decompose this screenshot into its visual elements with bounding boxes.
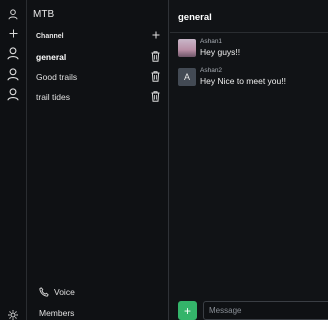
- message-input[interactable]: [203, 301, 328, 320]
- channel-name: Good trails: [36, 72, 78, 82]
- channel-panel: MTB Channel general Good trails trail ti…: [27, 0, 169, 320]
- channel-item-good-trails[interactable]: Good trails: [27, 69, 169, 87]
- members-button[interactable]: Members: [39, 308, 74, 318]
- voice-button[interactable]: Voice: [39, 287, 75, 297]
- avatar: A: [178, 68, 196, 86]
- server-item-1[interactable]: [0, 47, 26, 60]
- channel-name: trail tides: [36, 92, 71, 102]
- server-title: MTB: [33, 9, 55, 20]
- channel-section-label: Channel: [36, 33, 64, 40]
- plus-icon: [9, 29, 17, 38]
- message-composer: +: [178, 301, 328, 320]
- phone-icon: [39, 287, 49, 297]
- channel-item-general[interactable]: general: [27, 49, 169, 67]
- theme-toggle-button[interactable]: [0, 310, 26, 320]
- user-icon: [7, 47, 19, 60]
- plus-icon: [152, 31, 160, 39]
- user-icon: [7, 88, 19, 101]
- message-text: Hey guys!!: [200, 47, 241, 57]
- add-server-button[interactable]: [0, 29, 26, 38]
- chat-header: general: [170, 0, 328, 33]
- server-rail: [0, 0, 27, 320]
- user-icon: [8, 9, 18, 20]
- avatar: [178, 39, 196, 57]
- trash-icon[interactable]: [151, 91, 160, 102]
- message-author: Ashan1: [200, 38, 223, 45]
- attach-button[interactable]: +: [178, 301, 197, 320]
- channel-item-trail-tides[interactable]: trail tides: [27, 89, 169, 107]
- channel-name: general: [36, 52, 67, 62]
- message-author: Ashan2: [200, 67, 223, 74]
- voice-label: Voice: [54, 287, 75, 297]
- chat-panel: general Ashan1 Hey guys!! A Ashan2 Hey N…: [170, 0, 328, 320]
- trash-icon[interactable]: [151, 51, 160, 62]
- sun-settings-icon: [8, 310, 18, 320]
- server-item-3[interactable]: [0, 88, 26, 101]
- add-channel-button[interactable]: [149, 28, 163, 42]
- chat-channel-title: general: [178, 12, 212, 23]
- trash-icon[interactable]: [151, 71, 160, 82]
- user-icon: [7, 68, 19, 81]
- profile-button[interactable]: [0, 9, 26, 20]
- server-item-2[interactable]: [0, 68, 26, 81]
- message-text: Hey Nice to meet you!!: [200, 76, 286, 86]
